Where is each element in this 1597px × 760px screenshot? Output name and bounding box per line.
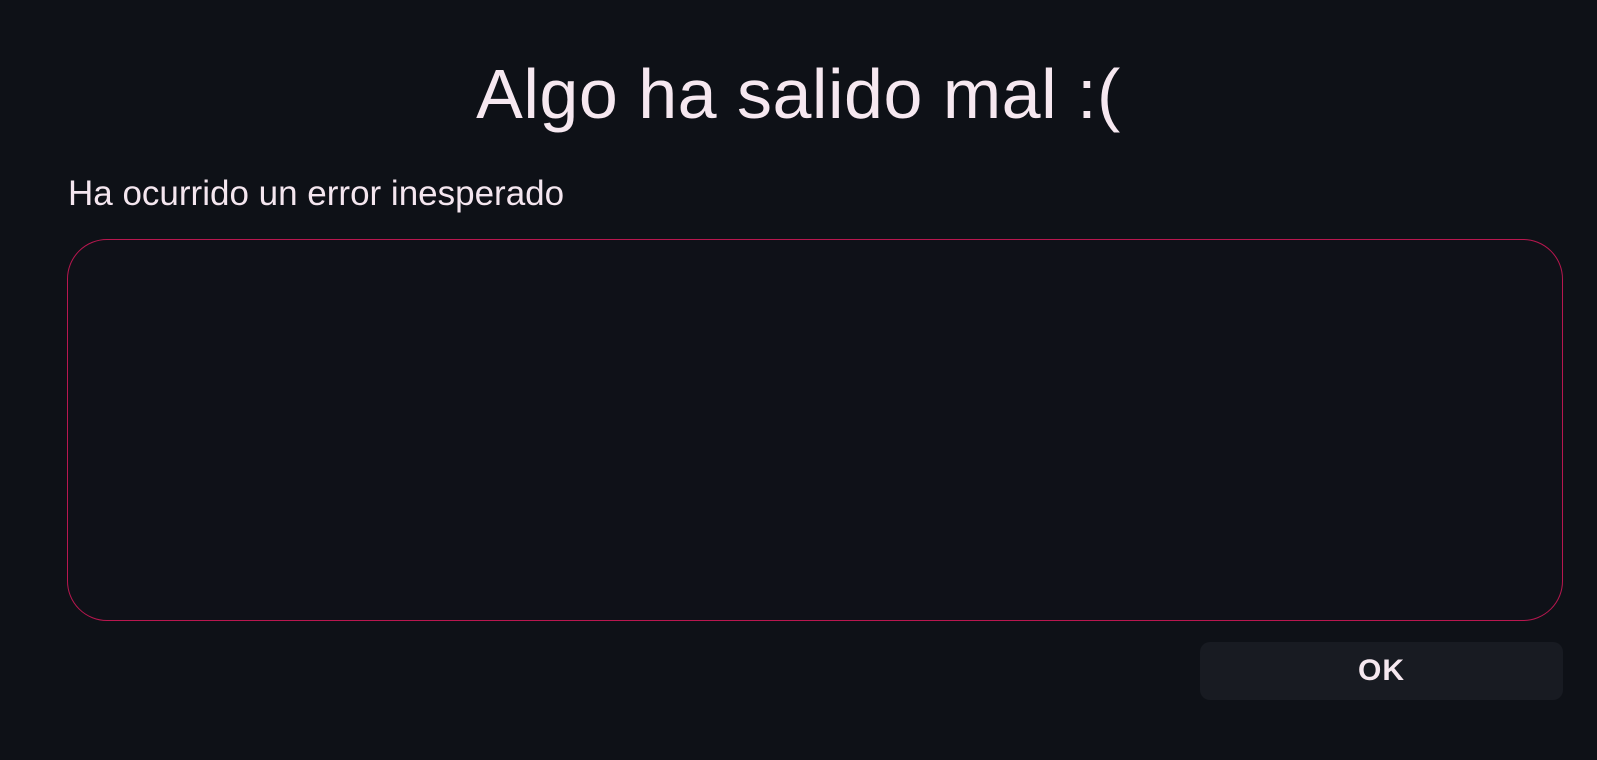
ok-button[interactable]: OK [1200, 642, 1563, 700]
dialog-title: Algo ha salido mal :( [476, 55, 1121, 133]
error-dialog: Algo ha salido mal :( Ha ocurrido un err… [0, 0, 1597, 760]
error-details-box[interactable] [67, 239, 1563, 621]
error-message: Ha ocurrido un error inesperado [68, 174, 565, 213]
